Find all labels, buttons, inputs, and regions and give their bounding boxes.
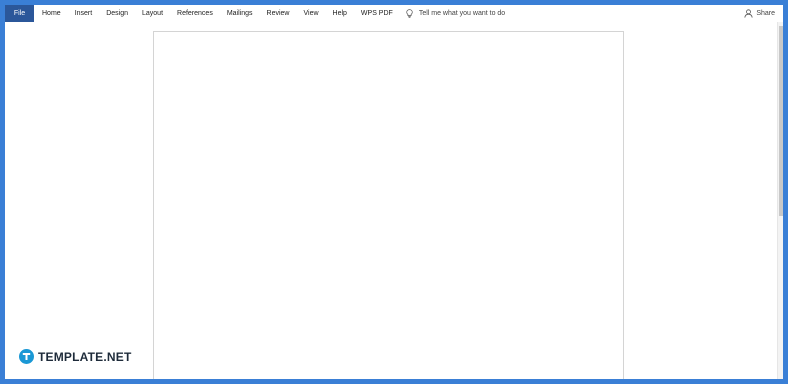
tab-review[interactable]: Review <box>260 5 297 22</box>
vertical-scrollbar[interactable] <box>777 22 783 379</box>
tab-view[interactable]: View <box>296 5 325 22</box>
tab-home[interactable]: Home <box>34 5 68 22</box>
tell-me-text: Tell me what you want to do <box>418 10 506 17</box>
tab-mailings[interactable]: Mailings <box>220 5 260 22</box>
template-logo-icon <box>19 349 34 364</box>
tab-design[interactable]: Design <box>99 5 135 22</box>
tab-insert[interactable]: Insert <box>68 5 100 22</box>
share-button[interactable]: Share <box>744 5 775 22</box>
tell-me-search[interactable]: Tell me what you want to do <box>400 5 505 22</box>
scrollbar-thumb[interactable] <box>779 26 783 216</box>
tab-wps-pdf[interactable]: WPS PDF <box>354 5 400 22</box>
document-page[interactable] <box>153 31 624 379</box>
watermark-text: TEMPLATE.NET <box>38 349 132 364</box>
person-icon <box>744 9 753 18</box>
word-window: File Home Insert Design Layout Reference… <box>5 5 783 379</box>
tab-layout[interactable]: Layout <box>135 5 170 22</box>
template-watermark: TEMPLATE.NET <box>19 349 132 364</box>
tab-references[interactable]: References <box>170 5 220 22</box>
tab-file[interactable]: File <box>5 5 34 22</box>
lightbulb-icon <box>406 9 413 18</box>
document-canvas <box>5 22 777 379</box>
ribbon-tab-bar: File Home Insert Design Layout Reference… <box>5 5 783 22</box>
tab-help[interactable]: Help <box>326 5 354 22</box>
share-label: Share <box>756 10 775 17</box>
